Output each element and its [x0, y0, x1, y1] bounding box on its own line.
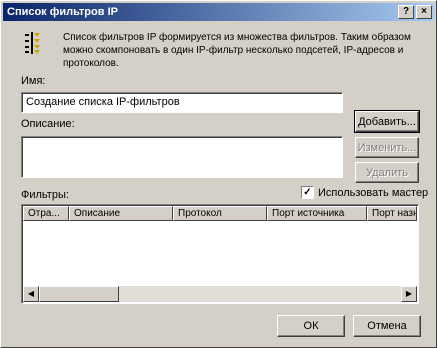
title-bar[interactable]: Список фильтров IP ? ×: [3, 3, 434, 21]
window-title: Список фильтров IP: [7, 6, 118, 18]
close-button[interactable]: ×: [416, 5, 432, 19]
column-header[interactable]: Порт источника: [267, 206, 367, 221]
column-header[interactable]: Порт назн: [367, 206, 417, 221]
ok-button[interactable]: ОК: [277, 315, 345, 337]
description-textarea[interactable]: [21, 136, 343, 178]
cancel-button[interactable]: Отмена: [353, 315, 421, 337]
scroll-left-icon[interactable]: ◀: [23, 286, 39, 302]
wizard-checkbox[interactable]: ✓: [301, 186, 314, 199]
add-button[interactable]: Добавить...: [354, 110, 420, 133]
wizard-checkbox-label: Использовать мастер: [318, 186, 429, 199]
name-label: Имя:: [21, 75, 46, 87]
filters-label: Фильтры:: [21, 189, 69, 201]
scroll-right-icon[interactable]: ▶: [401, 286, 417, 302]
column-header[interactable]: Описание: [69, 206, 173, 221]
scroll-thumb[interactable]: [39, 286, 119, 302]
remove-button[interactable]: Удалить: [355, 162, 419, 183]
column-header[interactable]: Протокол: [173, 206, 267, 221]
ip-filter-list-dialog: Список фильтров IP ? × Список фильтров I…: [0, 0, 437, 348]
help-button[interactable]: ?: [398, 5, 414, 19]
filters-hscrollbar[interactable]: ◀ ▶: [23, 286, 417, 302]
wizard-checkbox-row[interactable]: ✓ Использовать мастер: [301, 186, 428, 199]
name-input[interactable]: Создание списка IP-фильтров: [21, 92, 343, 113]
filters-list[interactable]: Отра... Описание Протокол Порт источника…: [21, 204, 419, 304]
filter-list-icon: [23, 31, 45, 55]
column-header[interactable]: Отра...: [23, 206, 69, 221]
description-label: Описание:: [21, 118, 75, 130]
filters-header: Отра... Описание Протокол Порт источника…: [23, 206, 417, 221]
edit-button[interactable]: Изменить...: [355, 137, 419, 158]
intro-text: Список фильтров IP формируется из множес…: [63, 32, 411, 69]
